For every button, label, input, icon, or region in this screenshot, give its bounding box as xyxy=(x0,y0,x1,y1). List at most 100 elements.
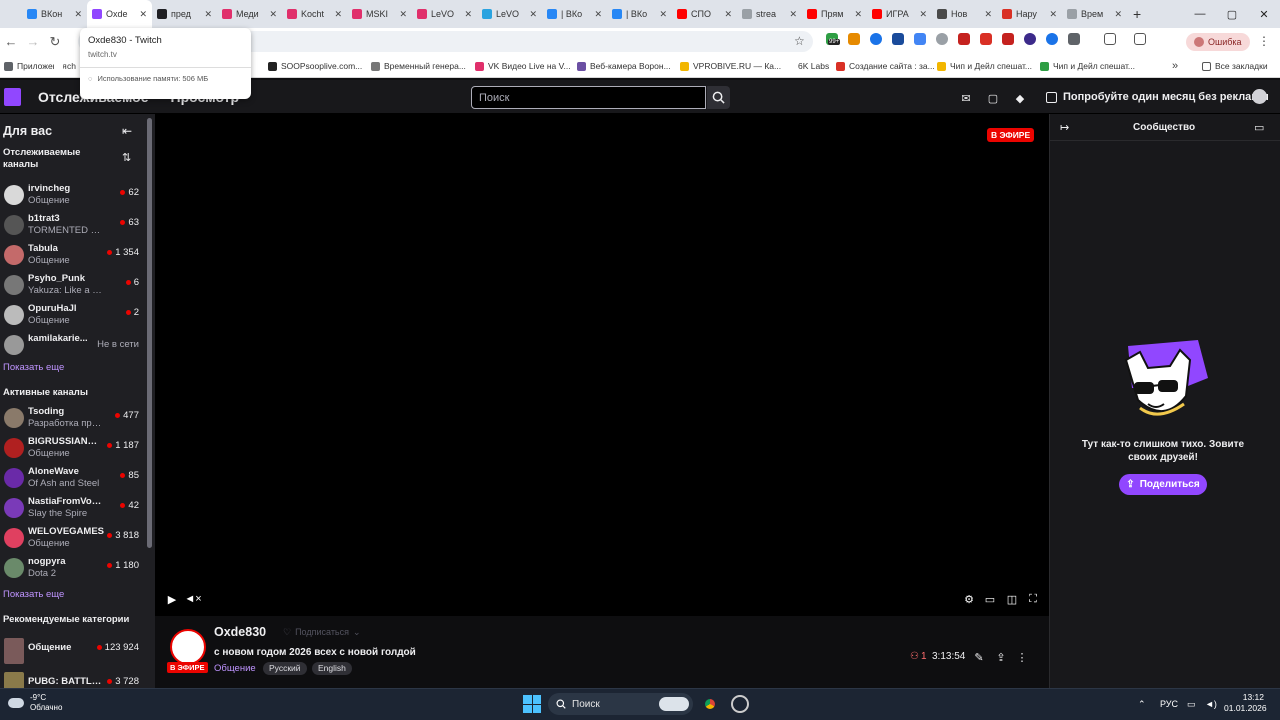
browser-tab[interactable]: ИГРА ✕ xyxy=(867,0,932,28)
bookmark-item[interactable]: Временный генера... xyxy=(371,61,466,71)
extension-icon[interactable] xyxy=(1002,33,1014,45)
channel-row[interactable]: nogpyra Dota 2 1 180 xyxy=(0,554,145,584)
edit-icon[interactable]: ✎ xyxy=(972,650,986,664)
obs-taskbar-icon[interactable] xyxy=(731,695,749,713)
channel-row[interactable]: irvincheg Общение 62 xyxy=(0,181,145,211)
browser-tab[interactable]: Врем ✕ xyxy=(1062,0,1127,28)
chrome-taskbar-icon[interactable] xyxy=(701,695,719,713)
close-tab-icon[interactable]: ✕ xyxy=(1114,9,1122,20)
minimize-button[interactable]: — xyxy=(1184,0,1216,28)
close-tab-icon[interactable]: ✕ xyxy=(1049,9,1057,20)
channel-row[interactable]: BIGRUSSIANMAN Общение 1 187 xyxy=(0,434,145,464)
browser-menu-icon[interactable]: ⋮ xyxy=(1258,34,1270,48)
channel-row[interactable]: AloneWave Of Ash and Steel 85 xyxy=(0,464,145,494)
close-tab-icon[interactable]: ✕ xyxy=(204,9,212,20)
show-more-followed[interactable]: Показать еще xyxy=(3,362,64,373)
follow-button[interactable]: ♡ Подписаться ⌄ xyxy=(277,624,367,640)
whispers-icon[interactable]: ▢ xyxy=(985,90,1001,106)
browser-tab[interactable]: ВКон ✕ xyxy=(22,0,87,28)
new-tab-button[interactable]: + xyxy=(1133,6,1141,22)
browser-tab[interactable]: MSKI ✕ xyxy=(347,0,412,28)
browser-tab[interactable]: LeVO ✕ xyxy=(412,0,477,28)
layout-icon[interactable]: ◫ xyxy=(1005,592,1019,606)
browser-tab[interactable]: Нов ✕ xyxy=(932,0,997,28)
collapse-chat-icon[interactable]: ↦ xyxy=(1060,121,1069,134)
bookmark-item[interactable]: 6K Labs xyxy=(785,61,829,71)
extension-icon[interactable]: 99+ xyxy=(826,33,841,45)
share-button[interactable]: ⇪ Поделиться xyxy=(1119,474,1207,495)
bookmark-item[interactable]: VPROBIVE.RU — Ка... xyxy=(680,61,781,71)
chat-popout-icon[interactable]: ▭ xyxy=(1254,121,1264,134)
all-bookmarks-button[interactable]: Все закладки xyxy=(1202,61,1268,71)
channel-avatar[interactable] xyxy=(170,629,206,665)
media-icon[interactable] xyxy=(1134,33,1146,45)
weather-widget[interactable]: -9°C Облачно xyxy=(8,693,62,713)
channel-row[interactable]: kamilakarie... Не в сети xyxy=(0,331,145,361)
channel-row[interactable]: WELOVEGAMES Общение 3 818 xyxy=(0,524,145,554)
volume-icon[interactable]: ◄× xyxy=(184,592,201,606)
close-tab-icon[interactable]: ✕ xyxy=(984,9,992,20)
promo-button[interactable]: Попробуйте один месяц без рекламы xyxy=(1038,85,1277,109)
share-icon[interactable]: ⇪ xyxy=(994,650,1008,664)
channel-row[interactable]: OpuruHaJl Общение 2 xyxy=(0,301,145,331)
volume-tray-icon[interactable]: ◄) xyxy=(1205,699,1217,709)
user-avatar[interactable] xyxy=(1252,89,1267,104)
channel-row[interactable]: NastiaFromVoronezhSlay the Spire 42 xyxy=(0,494,145,524)
twitch-logo-icon[interactable] xyxy=(4,88,21,106)
bookmark-star-icon[interactable]: ☆ xyxy=(794,34,805,48)
extension-icon[interactable] xyxy=(958,33,970,45)
browser-tab[interactable]: Меди ✕ xyxy=(217,0,282,28)
close-tab-icon[interactable]: ✕ xyxy=(399,9,407,20)
tray-overflow-icon[interactable]: ⌃ xyxy=(1138,699,1146,710)
extension-icon[interactable] xyxy=(1024,33,1036,45)
taskbar-search[interactable]: Поиск xyxy=(548,693,693,715)
browser-tab[interactable]: strea ✕ xyxy=(737,0,802,28)
extension-icon[interactable] xyxy=(914,33,926,45)
settings-icon[interactable]: ⚙ xyxy=(962,592,976,606)
search-input[interactable]: Поиск xyxy=(471,86,706,109)
category-row[interactable]: Общение 123 924 xyxy=(0,634,145,664)
collapse-sidebar-icon[interactable]: ⇤ xyxy=(122,124,132,138)
extension-icon[interactable] xyxy=(892,33,904,45)
browser-tab[interactable]: пред ✕ xyxy=(152,0,217,28)
extension-icon[interactable] xyxy=(848,33,860,45)
bookmark-item[interactable]: Чип и Дейл спешат... xyxy=(1040,61,1135,71)
play-icon[interactable]: ▶ xyxy=(165,592,179,606)
close-tab-icon[interactable]: ✕ xyxy=(789,9,797,20)
sidebar-scrollbar[interactable] xyxy=(147,118,152,548)
bookmark-item[interactable]: VK Видео Live на V... xyxy=(475,61,571,71)
close-tab-icon[interactable]: ✕ xyxy=(919,9,927,20)
stream-category[interactable]: Общение xyxy=(214,663,256,674)
taskbar-clock[interactable]: 13:12 01.01.2026 xyxy=(1224,692,1267,714)
browser-tab[interactable]: Прям ✕ xyxy=(802,0,867,28)
network-icon[interactable]: ▭ xyxy=(1187,699,1196,710)
more-options-icon[interactable]: ⋮ xyxy=(1015,650,1029,664)
tag[interactable]: English xyxy=(312,662,352,675)
browser-tab[interactable]: Kocht ✕ xyxy=(282,0,347,28)
browser-tab[interactable]: СПО ✕ xyxy=(672,0,737,28)
close-window-button[interactable]: ✕ xyxy=(1248,0,1280,28)
close-tab-icon[interactable]: ✕ xyxy=(334,9,342,20)
channel-row[interactable]: Tabula Общение 1 354 xyxy=(0,241,145,271)
inbox-icon[interactable]: ✉ xyxy=(958,90,974,106)
extension-icon[interactable] xyxy=(1046,33,1058,45)
theatre-mode-icon[interactable]: ▭ xyxy=(983,592,997,606)
back-icon[interactable]: ← xyxy=(0,34,22,49)
windows-start-icon[interactable] xyxy=(523,695,541,713)
tag[interactable]: Русский xyxy=(263,662,307,675)
close-tab-icon[interactable]: ✕ xyxy=(74,9,82,20)
close-tab-icon[interactable]: ✕ xyxy=(269,9,277,20)
sidepanel-icon[interactable] xyxy=(1104,33,1116,45)
browser-tab[interactable]: LeVO ✕ xyxy=(477,0,542,28)
close-tab-icon[interactable]: ✕ xyxy=(854,9,862,20)
extension-icon[interactable] xyxy=(936,33,948,45)
channel-name[interactable]: Oxde830 xyxy=(214,625,266,639)
browser-tab[interactable]: Oxde ✕ xyxy=(87,0,152,28)
close-tab-icon[interactable]: ✕ xyxy=(659,9,667,20)
profile-error-button[interactable]: Ошибка xyxy=(1186,33,1250,51)
puzzle-icon[interactable] xyxy=(1068,33,1080,45)
maximize-button[interactable]: ▢ xyxy=(1216,0,1248,28)
sort-icon[interactable]: ⇅ xyxy=(122,151,131,164)
close-tab-icon[interactable]: ✕ xyxy=(139,9,147,20)
close-tab-icon[interactable]: ✕ xyxy=(594,9,602,20)
